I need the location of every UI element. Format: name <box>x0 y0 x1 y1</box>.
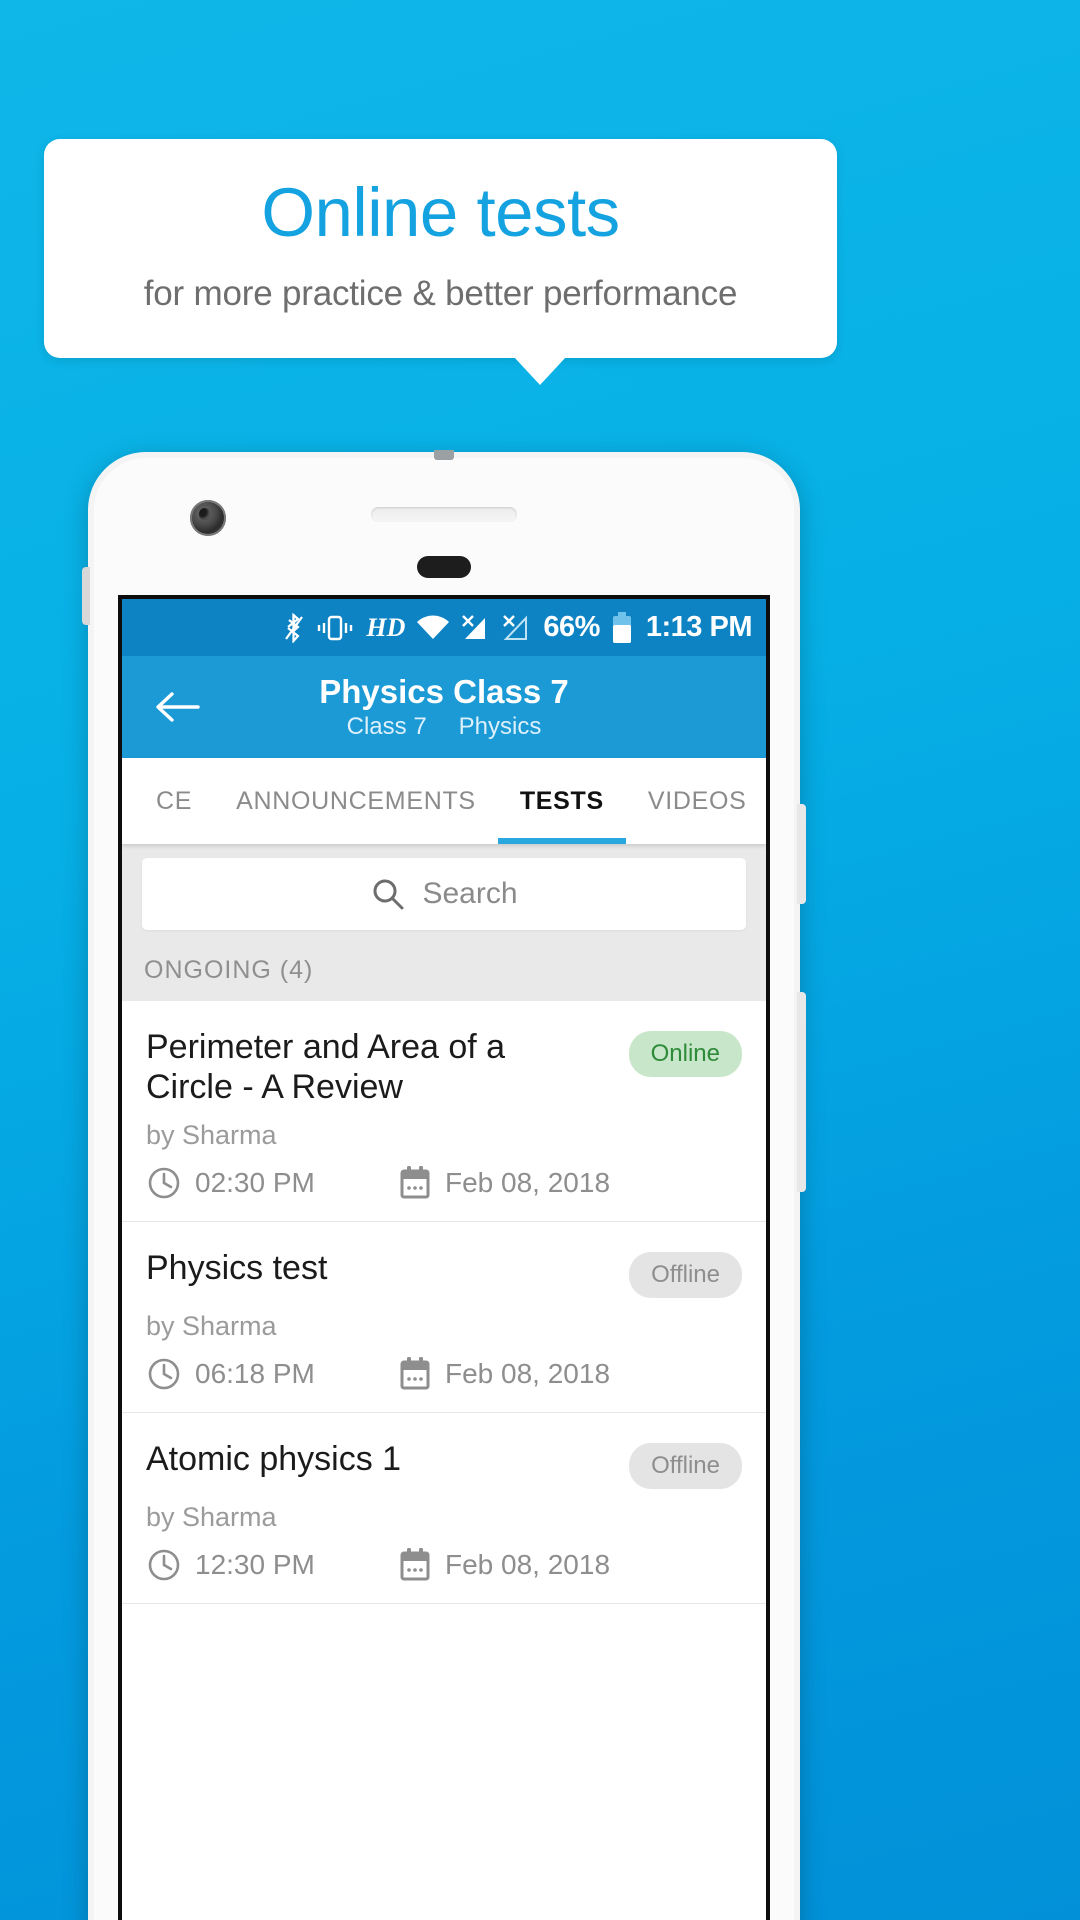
vibrate-icon <box>315 613 355 643</box>
battery-icon <box>611 611 633 644</box>
calendar-icon <box>400 1166 430 1199</box>
test-list-item[interactable]: Atomic physics 1 Offline by Sharma 12:30… <box>122 1413 766 1605</box>
test-meta: 06:18 PM Feb 08, 2018 <box>146 1356 742 1392</box>
phone-antenna-line <box>434 450 454 460</box>
breadcrumb: Class 7 Physics <box>122 713 766 741</box>
test-meta: 02:30 PM Feb 08, 2018 <box>146 1165 742 1201</box>
test-date: Feb 08, 2018 <box>398 1356 610 1392</box>
test-title: Perimeter and Area of a Circle - A Revie… <box>146 1028 506 1107</box>
search-input[interactable]: Search <box>142 858 746 930</box>
camera-lens <box>199 508 210 520</box>
test-time-label: 02:30 PM <box>195 1167 315 1199</box>
calendar-icon <box>400 1548 430 1581</box>
phone-side-button-left <box>82 567 90 625</box>
bluetooth-icon <box>284 612 304 643</box>
test-title-row: Physics test Offline <box>146 1248 742 1299</box>
test-date-label: Feb 08, 2018 <box>445 1358 611 1390</box>
hd-icon: HD <box>366 612 406 642</box>
test-date: Feb 08, 2018 <box>398 1547 610 1583</box>
test-list-item[interactable]: Perimeter and Area of a Circle - A Revie… <box>122 1001 766 1223</box>
tab-tests[interactable]: TESTS <box>497 758 626 844</box>
breadcrumb-class: Class 7 <box>346 713 427 741</box>
breadcrumb-subject: Physics <box>458 713 542 741</box>
status-badge[interactable]: Online <box>628 1031 742 1077</box>
tab-announcements[interactable]: ANNOUNCEMENTS <box>214 758 498 844</box>
battery-percent-label: 66% <box>543 611 600 643</box>
test-title: Physics test <box>146 1249 328 1288</box>
phone-power-button <box>797 992 806 1192</box>
search-area: Search <box>122 844 766 946</box>
test-time: 12:30 PM <box>146 1547 398 1583</box>
clock-icon <box>148 1358 180 1390</box>
test-time: 02:30 PM <box>146 1165 398 1201</box>
test-author: by Sharma <box>146 1502 277 1533</box>
test-date: Feb 08, 2018 <box>398 1165 610 1201</box>
status-bar: HD 66% 1:13 PM <box>122 599 766 656</box>
test-title-row: Perimeter and Area of a Circle - A Revie… <box>146 1027 742 1107</box>
test-author: by Sharma <box>146 1120 277 1151</box>
test-author: by Sharma <box>146 1311 277 1342</box>
phone-volume-button <box>797 804 806 904</box>
calendar-icon <box>400 1357 430 1390</box>
signal-2-no-service-icon <box>502 614 532 642</box>
app-bar-titles: Physics Class 7 Class 7 Physics <box>122 673 766 742</box>
test-meta: 12:30 PM Feb 08, 2018 <box>146 1547 742 1583</box>
test-time-label: 06:18 PM <box>195 1358 315 1390</box>
arrow-left-icon <box>156 692 200 722</box>
tab-bar: CE ANNOUNCEMENTS TESTS VIDEOS <box>122 758 766 844</box>
tab-ce[interactable]: CE <box>134 758 214 844</box>
test-list-item[interactable]: Physics test Offline by Sharma 06:18 PM <box>122 1222 766 1414</box>
section-header-ongoing: ONGOING (4) <box>122 946 766 1001</box>
signal-1-no-service-icon <box>461 614 491 642</box>
front-camera-icon <box>190 500 226 536</box>
promo-callout: Online tests for more practice & better … <box>44 139 837 358</box>
page-title: Physics Class 7 <box>319 672 569 710</box>
test-list: Perimeter and Area of a Circle - A Revie… <box>122 1001 766 1605</box>
phone-earpiece <box>371 507 517 522</box>
app-bar: Physics Class 7 Class 7 Physics <box>122 656 766 758</box>
test-time-label: 12:30 PM <box>195 1549 315 1581</box>
phone-device-frame: HD 66% 1:13 PM Physics Class 7 Class 7 P… <box>82 450 806 1920</box>
search-placeholder: Search <box>422 877 518 910</box>
search-icon <box>373 879 404 910</box>
tab-videos[interactable]: VIDEOS <box>626 758 766 844</box>
back-button[interactable] <box>152 682 202 732</box>
test-title: Atomic physics 1 <box>146 1440 402 1479</box>
promo-title: Online tests <box>261 174 620 251</box>
promo-screenshot-stage: Online tests for more practice & better … <box>0 0 1080 1920</box>
test-title-row: Atomic physics 1 Offline <box>146 1439 742 1490</box>
clock-icon <box>148 1549 180 1581</box>
status-badge[interactable]: Offline <box>629 1252 742 1299</box>
phone-screen: HD 66% 1:13 PM Physics Class 7 Class 7 P… <box>118 595 770 1920</box>
wifi-icon <box>416 615 450 641</box>
clock-label: 1:13 PM <box>645 611 753 643</box>
test-time: 06:18 PM <box>146 1356 398 1392</box>
phone-proximity-sensor <box>417 556 471 578</box>
test-date-label: Feb 08, 2018 <box>445 1167 611 1199</box>
promo-callout-tail <box>514 357 566 385</box>
status-badge[interactable]: Offline <box>629 1443 742 1490</box>
promo-subtitle: for more practice & better performance <box>143 274 738 314</box>
clock-icon <box>148 1167 180 1199</box>
test-date-label: Feb 08, 2018 <box>445 1549 611 1581</box>
